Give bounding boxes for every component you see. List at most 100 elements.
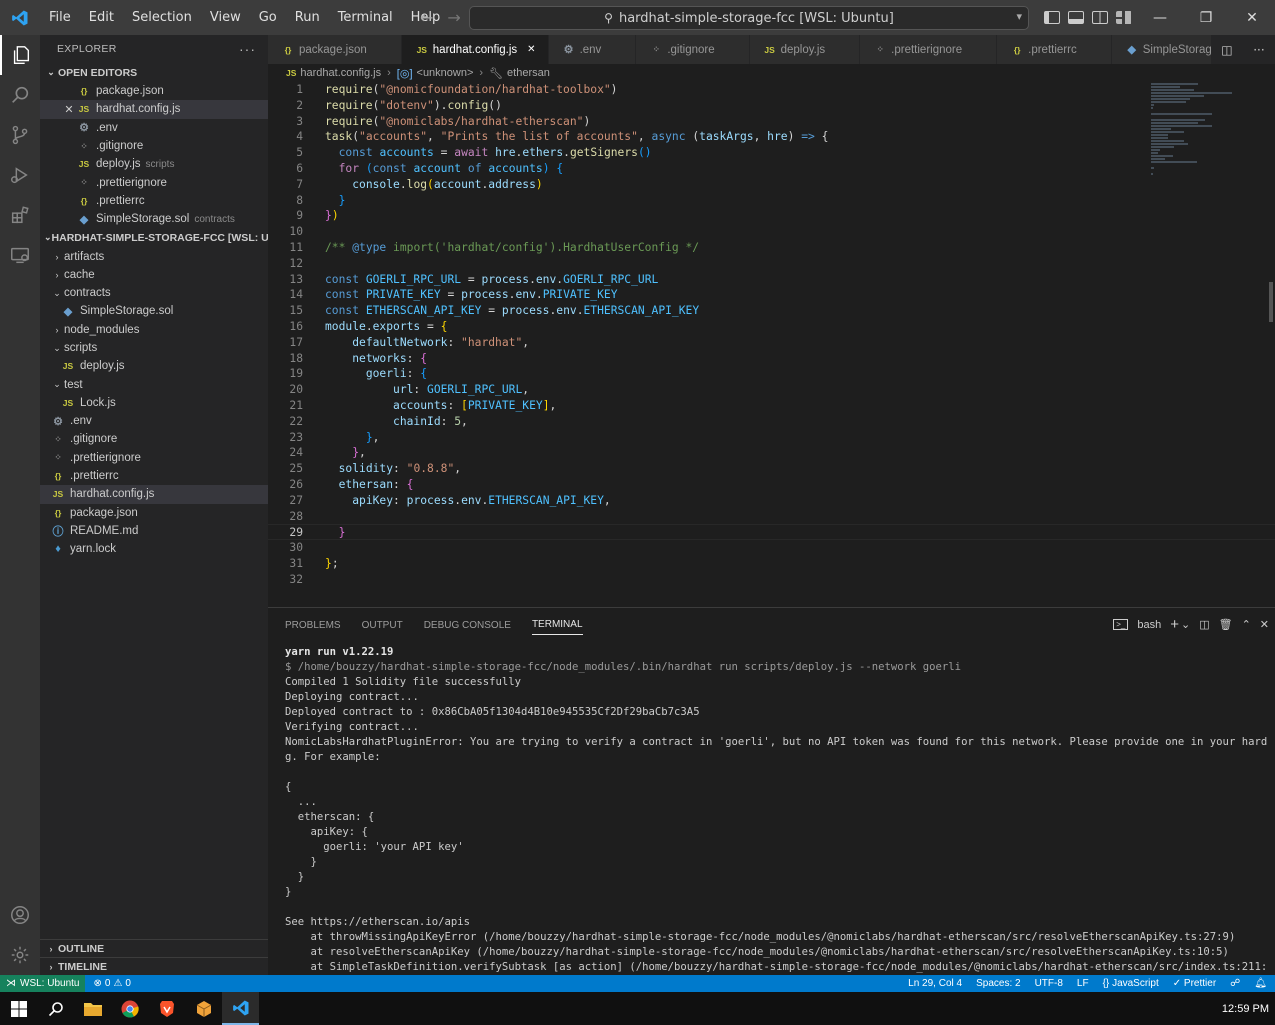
split-terminal-icon[interactable]: ◫ — [1199, 618, 1209, 631]
tree-file[interactable]: JS hardhat.config.js — [40, 485, 268, 504]
panel-tab-terminal[interactable]: TERMINAL — [531, 615, 583, 635]
toggle-panel-icon[interactable] — [1068, 11, 1084, 24]
panel-tab-problems[interactable]: PROBLEMS — [285, 608, 341, 642]
source-control-icon[interactable] — [0, 115, 40, 155]
tab-env[interactable]: ⚙ .env — [548, 35, 637, 64]
trash-icon[interactable]: 🗑︎ — [1219, 618, 1233, 631]
code-line[interactable]: 27 apiKey: process.env.ETHERSCAN_API_KEY… — [268, 493, 1275, 509]
close-panel-icon[interactable]: ✕ — [1260, 618, 1269, 631]
code-line[interactable]: 18 networks: { — [268, 351, 1275, 367]
code-line[interactable]: 23 }, — [268, 430, 1275, 446]
split-editor-icon[interactable]: ◫ — [1221, 43, 1232, 57]
outline-section[interactable]: › OUTLINE — [40, 939, 268, 958]
panel-tab-output[interactable]: OUTPUT — [362, 608, 403, 642]
code-line[interactable]: 6 for (const account of accounts) { — [268, 161, 1275, 177]
remote-explorer-icon[interactable] — [0, 235, 40, 275]
open-editor-item[interactable]: JS deploy.js scripts — [40, 155, 268, 173]
code-line[interactable]: 19 goerli: { — [268, 366, 1275, 382]
tab-gitignore[interactable]: ⁘ .gitignore — [636, 35, 750, 64]
file-explorer-icon[interactable] — [74, 992, 111, 1025]
problems-indicator[interactable]: ⊗ 0 ⚠︎ 0 — [93, 978, 130, 989]
tree-folder[interactable]: › artifacts — [40, 247, 268, 265]
code-line[interactable]: 26 ethersan: { — [268, 477, 1275, 493]
editor-scrollbar[interactable] — [1261, 82, 1275, 607]
code-line[interactable]: 15 const ETHERSCAN_API_KEY = process.env.… — [268, 303, 1275, 319]
open-editor-item[interactable]: ◆ SimpleStorage.sol contracts — [40, 210, 268, 228]
project-header[interactable]: ⌄HARDHAT-SIMPLE-STORAGE-FCC [WSL: UBUN..… — [40, 228, 268, 247]
open-editors-header[interactable]: ⌄ OPEN EDITORS — [40, 63, 268, 82]
chevron-down-icon[interactable]: ▾ — [1016, 10, 1022, 23]
code-line[interactable]: 9}) — [268, 208, 1275, 224]
forward-arrow-icon[interactable]: → — [447, 8, 460, 27]
open-editor-item[interactable]: ⁘ .prettierignore — [40, 173, 268, 191]
customize-layout-icon[interactable] — [1116, 11, 1132, 24]
feedback-icon[interactable]: ☍ — [1230, 978, 1240, 989]
more-actions-icon[interactable]: ··· — [239, 41, 256, 57]
tab-prettierignore[interactable]: ⁘ .prettierignore — [860, 35, 998, 64]
tree-folder[interactable]: ⌄ scripts — [40, 339, 268, 357]
code-line[interactable]: 24 }, — [268, 445, 1275, 461]
code-line[interactable]: 32 — [268, 572, 1275, 588]
virtualbox-icon[interactable] — [185, 992, 222, 1025]
extensions-icon[interactable] — [0, 195, 40, 235]
tree-file[interactable]: ⁘ .gitignore — [40, 430, 268, 448]
encoding[interactable]: UTF-8 — [1035, 978, 1063, 989]
code-line[interactable]: 20 url: GOERLI_RPC_URL, — [268, 382, 1275, 398]
menu-selection[interactable]: Selection — [123, 0, 201, 35]
code-line[interactable]: 21 accounts: [PRIVATE_KEY], — [268, 398, 1275, 414]
close-icon[interactable]: ✕ — [62, 103, 76, 116]
toggle-secondary-sidebar-icon[interactable] — [1092, 11, 1108, 24]
code-line[interactable]: 14 const PRIVATE_KEY = process.env.PRIVAT… — [268, 287, 1275, 303]
vscode-logo-icon[interactable] — [0, 0, 40, 35]
code-line[interactable]: 4 task("accounts", "Prints the list of ac… — [268, 129, 1275, 145]
open-editor-item[interactable]: ⚙ .env — [40, 119, 268, 137]
code-line[interactable]: 2 require("dotenv").config() — [268, 98, 1275, 114]
command-center[interactable]: ⚲ hardhat-simple-storage-fcc [WSL: Ubunt… — [469, 6, 1029, 30]
timeline-section[interactable]: › TIMELINE — [40, 957, 268, 976]
vscode-taskbar-icon[interactable] — [222, 992, 259, 1025]
tab-package-json[interactable]: {} package.json — [268, 35, 402, 64]
tree-folder[interactable]: › node_modules — [40, 321, 268, 339]
taskbar-clock[interactable]: 12:59 PM — [1222, 992, 1269, 1025]
code-line[interactable]: 16 module.exports = { — [268, 319, 1275, 335]
tree-folder[interactable]: ⌄ test — [40, 375, 268, 393]
code-line[interactable]: 28 — [268, 509, 1275, 525]
code-line[interactable]: 11 /** @type import('hardhat/config').Har… — [268, 240, 1275, 256]
code-line[interactable]: 10 — [268, 224, 1275, 240]
tree-file[interactable]: ⁘ .prettierignore — [40, 449, 268, 467]
code-line[interactable]: 30 — [268, 540, 1275, 556]
open-editor-item[interactable]: ✕ JS hardhat.config.js — [40, 100, 268, 119]
run-debug-icon[interactable] — [0, 155, 40, 195]
code-line[interactable]: 5 const accounts = await hre.ethers.getS… — [268, 145, 1275, 161]
tree-folder[interactable]: › cache — [40, 266, 268, 284]
close-icon[interactable]: ✕ — [1229, 0, 1275, 35]
code-line[interactable]: 3 require("@nomiclabs/hardhat-etherscan") — [268, 114, 1275, 130]
remote-indicator[interactable]: ⋊ WSL: Ubuntu — [0, 975, 86, 992]
menu-terminal[interactable]: Terminal — [329, 0, 402, 35]
open-editor-item[interactable]: ⁘ .gitignore — [40, 137, 268, 155]
search-icon[interactable] — [0, 75, 40, 115]
terminal-output[interactable]: yarn run v1.22.19 $ /home/bouzzy/hardhat-… — [285, 645, 1267, 975]
manage-gear-icon[interactable] — [0, 935, 40, 975]
terminal-shell-label[interactable]: bash — [1137, 619, 1161, 631]
tree-folder[interactable]: ⌄ contracts — [40, 284, 268, 302]
panel-tab-debug-console[interactable]: DEBUG CONSOLE — [424, 608, 511, 642]
menu-run[interactable]: Run — [286, 0, 329, 35]
back-arrow-icon[interactable]: ← — [420, 8, 433, 27]
code-lines[interactable]: 1 require ("@nomicfoundation/hardhat-toolb… — [268, 82, 1275, 588]
open-editor-item[interactable]: {} package.json — [40, 82, 268, 100]
code-line[interactable]: 22 chainId: 5, — [268, 414, 1275, 430]
explorer-icon[interactable] — [0, 35, 40, 75]
breadcrumb-symbol[interactable]: ethersan — [507, 67, 550, 79]
tree-file[interactable]: {} .prettierrc — [40, 467, 268, 485]
open-editor-item[interactable]: {} .prettierrc — [40, 192, 268, 210]
code-line[interactable]: 7 console.log(account.address) — [268, 177, 1275, 193]
tree-file[interactable]: ♦ yarn.lock — [40, 540, 268, 558]
taskbar-search-icon[interactable] — [37, 992, 74, 1025]
menu-file[interactable]: File — [40, 0, 80, 35]
accounts-icon[interactable] — [0, 895, 40, 935]
line-ending[interactable]: LF — [1077, 978, 1089, 989]
tab-prettierrc[interactable]: {} .prettierrc — [997, 35, 1112, 64]
restore-icon[interactable]: ❐ — [1183, 0, 1229, 35]
code-line[interactable]: 13 const GOERLI_RPC_URL = process.env.GOE… — [268, 272, 1275, 288]
